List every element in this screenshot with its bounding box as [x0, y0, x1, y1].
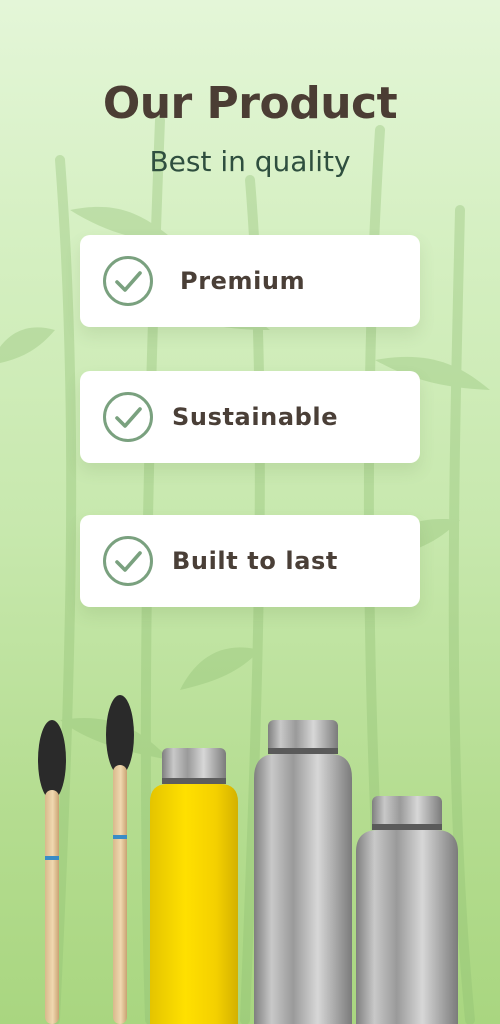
feature-card-premium: Premium — [80, 235, 420, 327]
check-circle-icon — [103, 536, 153, 586]
feature-label: Premium — [180, 267, 306, 295]
check-circle-icon — [103, 392, 153, 442]
check-circle-icon — [103, 256, 153, 306]
product-illustration — [38, 695, 458, 1024]
feature-card-sustainable: Sustainable — [80, 371, 420, 463]
feature-card-built-to-last: Built to last — [80, 515, 420, 607]
toothbrush-left — [38, 720, 66, 1024]
steel-bottle-short — [356, 796, 458, 1024]
feature-label: Sustainable — [172, 403, 339, 431]
steel-bottle-tall — [254, 720, 352, 1024]
toothbrush-right — [106, 695, 134, 1024]
yellow-bottle — [150, 748, 238, 1024]
page-title: Our Product — [102, 78, 398, 129]
feature-label: Built to last — [172, 547, 338, 575]
product-screen: Our Product Best in quality Premium Sust… — [0, 0, 500, 1024]
page-subtitle: Best in quality — [149, 145, 351, 178]
